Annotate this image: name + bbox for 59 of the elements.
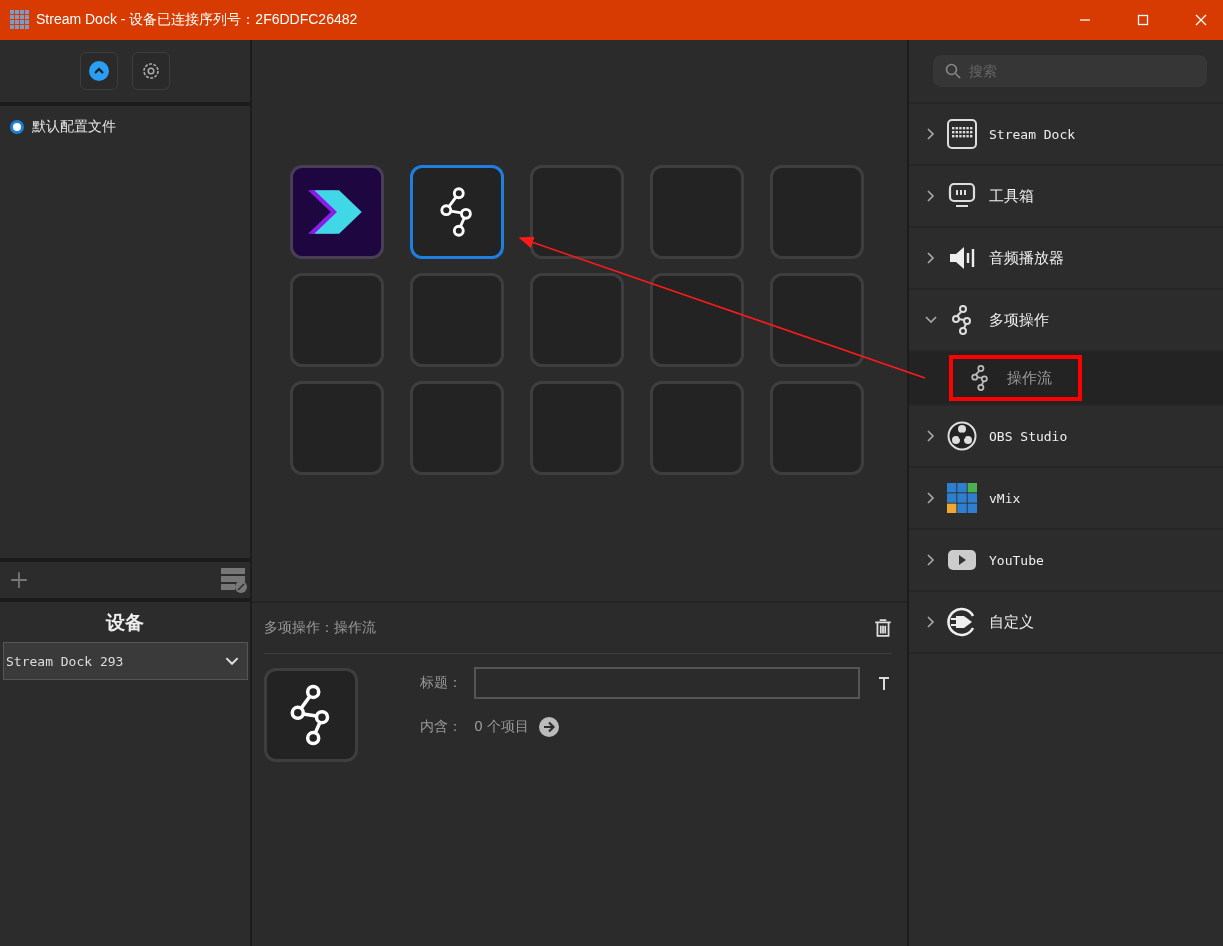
grid-icon xyxy=(947,483,977,513)
search-icon xyxy=(945,63,961,79)
category-item[interactable]: OBS Studio xyxy=(909,406,1223,468)
title-field[interactable] xyxy=(474,667,860,699)
close-icon[interactable] xyxy=(1195,14,1207,26)
plug-circle-icon xyxy=(947,607,977,637)
obs-icon xyxy=(947,421,977,451)
category-label: OBS Studio xyxy=(989,428,1068,444)
category-label: YouTube xyxy=(989,552,1044,568)
arrow-right-icon[interactable] xyxy=(539,717,560,737)
chevron-right-icon xyxy=(925,554,937,566)
category-item[interactable]: Stream Dock xyxy=(909,104,1223,166)
category-item[interactable]: vMix xyxy=(909,468,1223,530)
action-item[interactable]: 操作流 xyxy=(949,355,1082,401)
inspector-heading: 多项操作：操作流 xyxy=(264,619,376,637)
settings-button[interactable] xyxy=(132,52,170,90)
flow-icon xyxy=(439,187,475,237)
category-label: 音频播放器 xyxy=(989,248,1064,268)
category-label: 多项操作 xyxy=(989,310,1049,330)
monitor-icon xyxy=(948,182,976,210)
category-item[interactable]: YouTube xyxy=(909,530,1223,592)
contains-label: 内含： xyxy=(420,718,463,736)
contains-count: 0 个项目 xyxy=(474,718,530,736)
category-item[interactable]: 音频播放器 xyxy=(909,228,1223,290)
chevron-down-icon xyxy=(225,656,239,666)
flow-icon xyxy=(952,305,972,335)
chevron-down-icon xyxy=(925,316,937,324)
text-format-icon[interactable] xyxy=(878,676,890,690)
category-label: 自定义 xyxy=(989,612,1034,632)
category-label: Stream Dock xyxy=(989,126,1076,142)
chevron-right-icon xyxy=(925,190,937,202)
collapse-button[interactable] xyxy=(80,52,118,90)
device-dropdown[interactable]: Stream Dock 293 xyxy=(3,642,248,680)
key-slot[interactable] xyxy=(410,165,504,259)
profile-item[interactable]: 默认配置文件 xyxy=(10,118,240,136)
device-heading: 设备 xyxy=(104,610,145,635)
chevron-right-icon xyxy=(925,616,937,628)
trash-icon[interactable] xyxy=(874,618,892,638)
category-item[interactable]: 自定义 xyxy=(909,592,1223,654)
flow-icon xyxy=(971,365,989,391)
maximize-icon[interactable] xyxy=(1137,14,1149,26)
category-label: vMix xyxy=(989,490,1021,506)
server-edit-icon[interactable] xyxy=(220,566,248,594)
category-item[interactable]: 工具箱 xyxy=(909,166,1223,228)
window-title: Stream Dock - 设备已连接序列号：2F6DDFC26482 xyxy=(36,11,358,29)
app-logo-icon xyxy=(10,10,30,30)
chevron-right-icon xyxy=(925,492,937,504)
chevron-right-icon xyxy=(925,430,937,442)
chevron-up-circle-icon xyxy=(89,61,109,81)
chevron-right-icon xyxy=(925,128,937,140)
play-icon xyxy=(947,549,977,571)
add-icon[interactable] xyxy=(10,571,28,589)
chevron-right-icon xyxy=(925,252,937,264)
category-label: 工具箱 xyxy=(989,186,1034,206)
key-slot[interactable] xyxy=(290,165,384,259)
keypad-icon xyxy=(947,119,977,149)
speaker-icon xyxy=(948,245,976,271)
gear-icon xyxy=(141,61,161,81)
title-label: 标题： xyxy=(420,674,463,692)
